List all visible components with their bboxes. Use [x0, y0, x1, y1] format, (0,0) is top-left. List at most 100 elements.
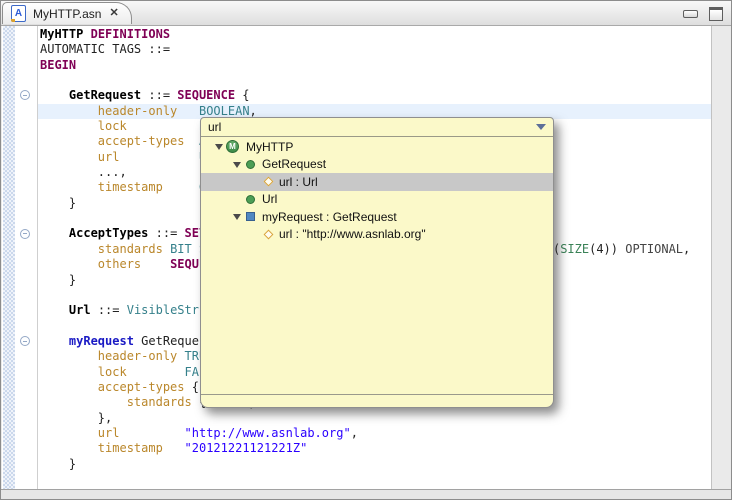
code-token: url — [97, 149, 120, 164]
code-token: standards — [97, 241, 163, 256]
code-token: }, — [40, 410, 113, 425]
expander-triangle-icon[interactable] — [231, 158, 244, 171]
close-icon[interactable]: ✕ — [109, 8, 118, 19]
editor-tab-bar: A MyHTTP.asn ✕ — [1, 1, 731, 26]
minimize-icon[interactable] — [683, 10, 698, 18]
outline-item[interactable]: url : Url — [201, 173, 553, 191]
code-token: { — [235, 88, 250, 103]
code-line[interactable]: BEGIN — [40, 58, 690, 73]
outline-item[interactable]: M MyHTTP — [201, 138, 553, 156]
outline-item[interactable]: url : "http://www.asnlab.org" — [201, 226, 553, 244]
code-line[interactable]: } — [40, 457, 690, 472]
outline-filter-row: url — [201, 118, 553, 137]
code-token: lock — [97, 364, 127, 379]
outline-item-label: url : Url — [279, 174, 318, 189]
code-token: } — [40, 195, 77, 210]
folding-gutter — [15, 26, 38, 489]
code-token: SIZE — [560, 241, 590, 256]
expander-triangle-icon[interactable] — [213, 140, 226, 153]
code-token: "http://www.asnlab.org" — [184, 425, 351, 440]
quick-outline-popup: url M MyHTTP GetRequest url : Url Url myReque… — [200, 117, 554, 408]
maximize-icon[interactable] — [709, 7, 723, 21]
code-line[interactable]: url "http://www.asnlab.org", — [40, 426, 690, 441]
code-token: BOOLEAN — [198, 103, 250, 118]
code-token: header-only — [97, 103, 178, 118]
code-token: myRequest — [68, 333, 134, 348]
field-icon — [263, 229, 274, 240]
outline-item-label: Url — [262, 192, 278, 207]
tab-title: MyHTTP.asn — [33, 6, 102, 21]
code-token: } — [40, 456, 77, 471]
type-icon — [246, 194, 255, 204]
outline-item-label: url : "http://www.asnlab.org" — [279, 227, 426, 242]
code-token: ::= — [141, 88, 178, 103]
value-icon — [246, 212, 255, 222]
code-token: MyHTTP — [40, 27, 84, 41]
code-token: , — [249, 103, 257, 118]
expander-triangle-icon[interactable] — [231, 210, 244, 223]
code-token: (4)) — [589, 241, 626, 256]
code-token: OPTIONAL — [625, 241, 684, 256]
code-line[interactable] — [40, 472, 690, 487]
dropdown-arrow-icon[interactable] — [536, 124, 546, 130]
fold-collapse-icon[interactable] — [20, 228, 30, 239]
type-icon — [246, 159, 255, 169]
code-token: ::= — [148, 226, 185, 241]
code-token: timestamp — [97, 180, 163, 195]
code-token: "20121221121221Z" — [184, 441, 308, 456]
code-token: , — [350, 425, 358, 440]
field-icon — [263, 176, 274, 187]
code-line[interactable] — [40, 73, 690, 88]
popup-footer[interactable] — [201, 394, 553, 407]
code-token: GetRequest — [68, 88, 142, 103]
code-line[interactable]: AUTOMATIC TAGS ::= — [40, 42, 690, 57]
fold-collapse-icon[interactable] — [20, 336, 30, 346]
filter-input[interactable]: url — [208, 120, 221, 134]
overview-ruler[interactable] — [711, 26, 730, 489]
asn-file-icon-letter: A — [14, 8, 23, 19]
view-controls — [683, 7, 723, 21]
fold-collapse-icon[interactable] — [20, 90, 30, 101]
code-token: url — [97, 425, 120, 440]
outline-tree: M MyHTTP GetRequest url : Url Url myRequest :… — [201, 138, 553, 243]
code-token: AcceptTypes — [68, 226, 149, 241]
outline-item[interactable]: myRequest : GetRequest — [201, 208, 553, 226]
bottom-strip — [1, 489, 731, 499]
code-line[interactable]: }, — [40, 411, 690, 426]
marker-ruler — [3, 26, 15, 489]
code-token: accept-types — [97, 134, 185, 149]
code-line[interactable]: timestamp "20121221121221Z" — [40, 441, 690, 456]
code-token: ..., — [40, 165, 127, 180]
code-line[interactable]: GetRequest ::= SEQUENCE { — [40, 88, 690, 103]
code-line[interactable]: MyHTTP DEFINITIONS — [40, 27, 690, 42]
outline-item[interactable]: Url — [201, 191, 553, 209]
code-token: { — [184, 379, 199, 394]
asn-file-icon: A — [11, 5, 26, 22]
outline-item[interactable]: GetRequest — [201, 156, 553, 174]
code-token: , — [683, 241, 691, 256]
code-token: } — [40, 272, 77, 287]
editor-tab[interactable]: A MyHTTP.asn ✕ — [2, 2, 132, 24]
